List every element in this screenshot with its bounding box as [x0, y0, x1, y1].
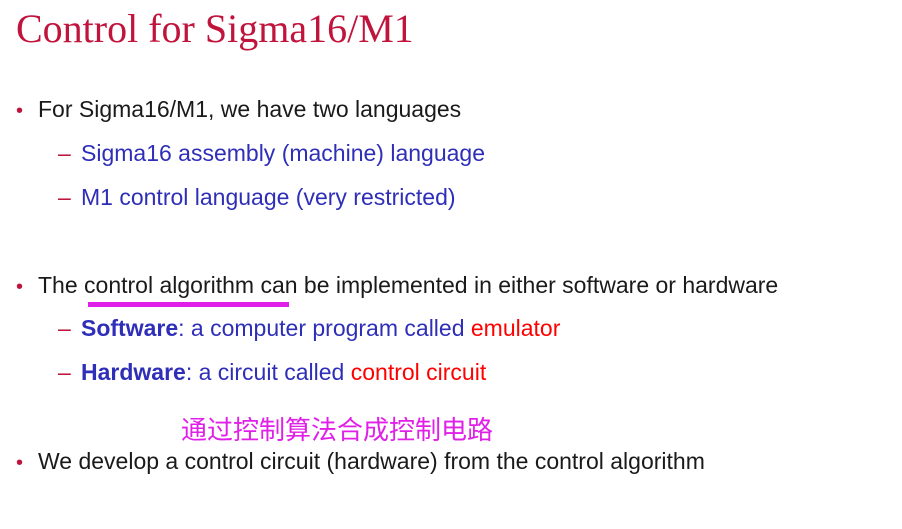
highlight-underline: [88, 302, 289, 307]
dash-icon: –: [58, 315, 71, 341]
bullet-algorithm-suffix: can be implemented in either software or…: [254, 272, 779, 298]
control-circuit-term: control circuit: [350, 359, 487, 385]
sub-item-hardware: – Hardware: a circuit called control circ…: [58, 358, 486, 386]
sub-item-m1-control: – M1 control language (very restricted): [58, 183, 456, 211]
bullet-languages: • For Sigma16/M1, we have two languages: [16, 95, 461, 125]
bullet-algorithm-prefix: The: [38, 272, 85, 298]
hardware-term: Hardware: [81, 359, 186, 385]
bullet-icon: •: [16, 452, 24, 474]
dash-icon: –: [58, 184, 71, 210]
dash-icon: –: [58, 140, 71, 166]
slide-title: Control for Sigma16/M1: [16, 6, 414, 51]
dash-icon: –: [58, 359, 71, 385]
hardware-description: : a circuit called: [185, 359, 351, 385]
bullet-develop: • We develop a control circuit (hardware)…: [16, 447, 705, 477]
bullet-languages-text: For Sigma16/M1, we have two languages: [38, 96, 462, 122]
bullet-algorithm: • The control algorithm can be implemente…: [16, 271, 778, 301]
software-description: : a computer program called: [178, 315, 471, 341]
emulator-term: emulator: [470, 315, 561, 341]
bullet-icon: •: [16, 276, 24, 298]
sub-item-assembly-text: Sigma16 assembly (machine) language: [81, 140, 485, 166]
sub-item-assembly: – Sigma16 assembly (machine) language: [58, 139, 485, 167]
control-algorithm-term: control algorithm: [84, 272, 255, 298]
sub-item-m1-control-text: M1 control language (very restricted): [81, 184, 456, 210]
bullet-develop-text: We develop a control circuit (hardware) …: [38, 448, 705, 474]
software-term: Software: [81, 315, 179, 341]
handwritten-note: 通过控制算法合成控制电路: [181, 416, 494, 446]
sub-item-software: – Software: a computer program called emu…: [58, 314, 560, 342]
bullet-icon: •: [16, 100, 24, 122]
